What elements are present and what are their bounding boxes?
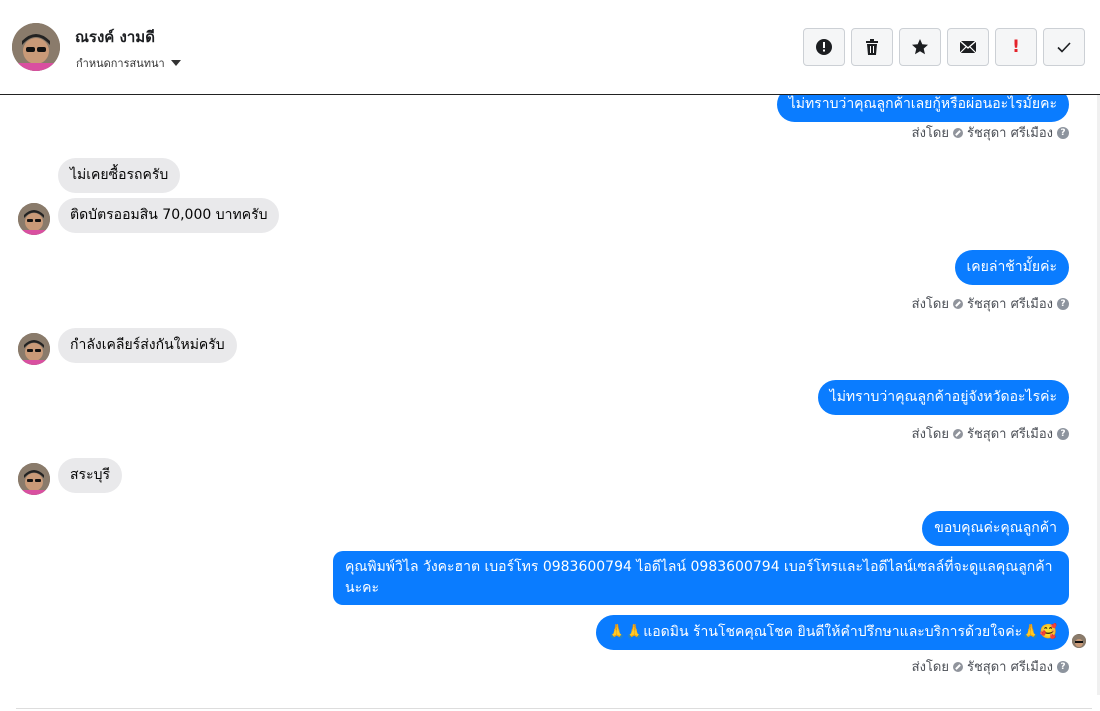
message-outgoing[interactable]: 🙏🙏แอดมิน ร้านโชคคุณโชค ยินดีให้คำปรึกษาแ…	[596, 615, 1069, 650]
message-incoming[interactable]: สระบุรี	[58, 458, 122, 493]
alert-circle-icon	[816, 39, 832, 55]
question-icon[interactable]: ?	[1057, 427, 1069, 440]
message-incoming[interactable]: กำลังเคลียร์ส่งกันใหม่ครับ	[58, 328, 237, 363]
sent-by-label: ส่งโดย รัชสุดา ศรีเมือง ?	[912, 293, 1069, 314]
sent-by-prefix: ส่งโดย	[911, 297, 949, 312]
mark-done-button[interactable]	[1043, 28, 1085, 66]
caret-down-icon	[170, 60, 181, 66]
envelope-icon	[959, 40, 977, 54]
verified-check-icon	[952, 127, 963, 138]
seen-avatar	[1072, 634, 1086, 648]
message-outgoing[interactable]: ไม่ทราบว่าคุณลูกค้าอยู่จังหวัดอะไรค่ะ	[817, 380, 1069, 415]
report-button[interactable]	[803, 28, 845, 66]
mark-unread-button[interactable]	[947, 28, 989, 66]
question-icon[interactable]: ?	[1057, 297, 1069, 310]
message-outgoing[interactable]: ขอบคุณค่ะคุณลูกค้า	[922, 511, 1069, 546]
conversation-label-dropdown[interactable]: กำหนดการสนทนา	[76, 54, 181, 72]
conversation-header: ณรงค์ งามดี กำหนดการสนทนา !	[0, 0, 1100, 95]
sent-by-name: รัชสุดา ศรีเมือง	[966, 126, 1053, 141]
conversation-label-text: กำหนดการสนทนา	[76, 57, 165, 70]
message-incoming[interactable]: ติดบัตรออมสิน 70,000 บาทครับ	[58, 198, 280, 233]
trash-icon	[866, 39, 878, 55]
sent-by-name: รัชสุดา ศรีเมือง	[966, 427, 1053, 442]
sent-by-name: รัชสุดา ศรีเมือง	[966, 660, 1053, 675]
sender-avatar	[18, 463, 50, 495]
sent-by-prefix: ส่งโดย	[911, 427, 949, 442]
follow-up-button[interactable]: !	[995, 28, 1037, 66]
message-outgoing[interactable]: คุณพิมพ์วิไล วังคะฮาต เบอร์โทร 098360079…	[333, 551, 1069, 605]
message-outgoing[interactable]: ไม่ทราบว่าคุณลูกค้าเลยกู้หรือผ่อนอะไรมั้…	[776, 95, 1069, 122]
sent-by-label: ส่งโดย รัชสุดา ศรีเมือง ?	[912, 122, 1069, 143]
question-icon[interactable]: ?	[1057, 660, 1069, 673]
check-icon	[1057, 42, 1071, 53]
star-button[interactable]	[899, 28, 941, 66]
sent-by-label: ส่งโดย รัชสุดา ศรีเมือง ?	[912, 423, 1069, 444]
conversation-toolbar: !	[803, 28, 1085, 66]
sent-by-prefix: ส่งโดย	[911, 660, 949, 675]
sender-avatar	[18, 333, 50, 365]
message-thread[interactable]: ไม่ทราบว่าคุณลูกค้าเลยกู้หรือผ่อนอะไรมั้…	[0, 95, 1100, 711]
sent-by-label: ส่งโดย รัชสุดา ศรีเมือง ?	[912, 656, 1069, 677]
question-icon[interactable]: ?	[1057, 126, 1069, 139]
exclamation-icon: !	[1012, 37, 1020, 57]
message-outgoing[interactable]: เคยล่าช้ามั้ยค่ะ	[954, 250, 1069, 285]
contact-avatar[interactable]	[12, 23, 60, 71]
delete-button[interactable]	[851, 28, 893, 66]
sent-by-prefix: ส่งโดย	[911, 126, 949, 141]
verified-check-icon	[952, 428, 963, 439]
sender-avatar	[18, 203, 50, 235]
sent-by-name: รัชสุดา ศรีเมือง	[966, 297, 1053, 312]
verified-check-icon	[952, 661, 963, 672]
star-icon	[912, 39, 928, 55]
composer-divider	[16, 708, 1092, 709]
verified-check-icon	[952, 298, 963, 309]
message-incoming[interactable]: ไม่เคยซื้อรถครับ	[58, 158, 181, 193]
contact-name: ณรงค์ งามดี	[75, 28, 155, 46]
